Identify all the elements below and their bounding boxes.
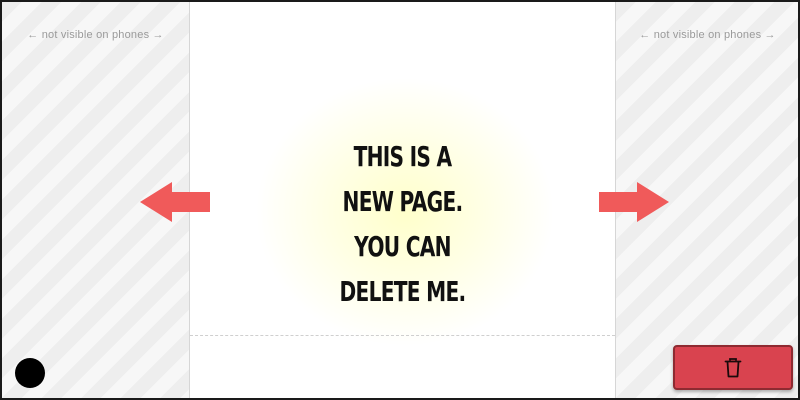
arrow-right-icon <box>599 182 669 222</box>
right-side-note: ← not visible on phones → <box>639 29 776 41</box>
page-headline: This is a new page. You can delete me. <box>250 134 556 314</box>
left-side-note: ← not visible on phones → <box>27 29 164 41</box>
headline-line-1: This is a <box>353 140 453 173</box>
trash-icon <box>724 357 742 378</box>
headline-line-3: You can <box>354 230 451 263</box>
arrow-left-icon <box>140 182 210 222</box>
headline-line-2: new page. <box>342 185 464 218</box>
black-dot[interactable] <box>15 358 45 388</box>
fold-divider <box>190 335 615 336</box>
page-content-area: This is a new page. You can delete me. <box>190 2 615 398</box>
headline-line-4: delete me. <box>339 275 467 308</box>
canvas-frame: ← not visible on phones → This is a new … <box>0 0 800 400</box>
delete-page-button[interactable] <box>673 345 793 390</box>
